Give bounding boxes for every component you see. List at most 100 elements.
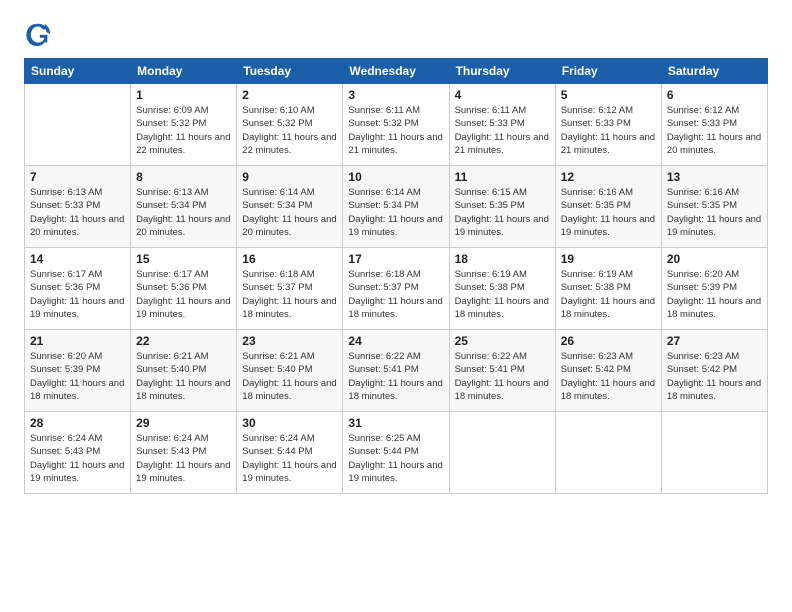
day-cell: 31 Sunrise: 6:25 AM Sunset: 5:44 PM Dayli… xyxy=(343,412,449,494)
day-info: Sunrise: 6:13 AM Sunset: 5:33 PM Dayligh… xyxy=(30,186,125,239)
weekday-header-monday: Monday xyxy=(131,59,237,84)
day-info: Sunrise: 6:12 AM Sunset: 5:33 PM Dayligh… xyxy=(561,104,656,157)
day-cell: 19 Sunrise: 6:19 AM Sunset: 5:38 PM Dayli… xyxy=(555,248,661,330)
day-number: 8 xyxy=(136,170,231,184)
day-number: 16 xyxy=(242,252,337,266)
week-row-1: 1Sunrise: 6:09 AM Sunset: 5:32 PM Daylig… xyxy=(25,84,768,166)
weekday-header-sunday: Sunday xyxy=(25,59,131,84)
day-number: 13 xyxy=(667,170,762,184)
day-cell xyxy=(661,412,767,494)
day-info: Sunrise: 6:22 AM Sunset: 5:41 PM Dayligh… xyxy=(455,350,550,403)
day-number: 24 xyxy=(348,334,443,348)
day-cell: 24 Sunrise: 6:22 AM Sunset: 5:41 PM Dayli… xyxy=(343,330,449,412)
day-cell: 23 Sunrise: 6:21 AM Sunset: 5:40 PM Dayli… xyxy=(237,330,343,412)
day-number: 19 xyxy=(561,252,656,266)
day-number: 25 xyxy=(455,334,550,348)
calendar-table: SundayMondayTuesdayWednesdayThursdayFrid… xyxy=(24,58,768,494)
day-number: 15 xyxy=(136,252,231,266)
day-info: Sunrise: 6:14 AM Sunset: 5:34 PM Dayligh… xyxy=(242,186,337,239)
day-cell: 5 Sunrise: 6:12 AM Sunset: 5:33 PM Daylig… xyxy=(555,84,661,166)
day-cell: 3 Sunrise: 6:11 AM Sunset: 5:32 PM Daylig… xyxy=(343,84,449,166)
day-number: 29 xyxy=(136,416,231,430)
weekday-header-friday: Friday xyxy=(555,59,661,84)
day-info: Sunrise: 6:11 AM Sunset: 5:32 PM Dayligh… xyxy=(348,104,443,157)
day-number: 18 xyxy=(455,252,550,266)
day-number: 12 xyxy=(561,170,656,184)
day-number: 10 xyxy=(348,170,443,184)
day-cell: 11 Sunrise: 6:15 AM Sunset: 5:35 PM Dayli… xyxy=(449,166,555,248)
day-number: 11 xyxy=(455,170,550,184)
day-cell: 22Sunrise: 6:21 AM Sunset: 5:40 PM Dayli… xyxy=(131,330,237,412)
day-info: Sunrise: 6:20 AM Sunset: 5:39 PM Dayligh… xyxy=(30,350,125,403)
day-number: 3 xyxy=(348,88,443,102)
day-number: 23 xyxy=(242,334,337,348)
day-info: Sunrise: 6:19 AM Sunset: 5:38 PM Dayligh… xyxy=(561,268,656,321)
day-info: Sunrise: 6:22 AM Sunset: 5:41 PM Dayligh… xyxy=(348,350,443,403)
day-cell: 18 Sunrise: 6:19 AM Sunset: 5:38 PM Dayli… xyxy=(449,248,555,330)
day-info: Sunrise: 6:14 AM Sunset: 5:34 PM Dayligh… xyxy=(348,186,443,239)
day-cell xyxy=(555,412,661,494)
day-cell: 27 Sunrise: 6:23 AM Sunset: 5:42 PM Dayli… xyxy=(661,330,767,412)
day-number: 14 xyxy=(30,252,125,266)
day-cell xyxy=(449,412,555,494)
week-row-2: 7Sunrise: 6:13 AM Sunset: 5:33 PM Daylig… xyxy=(25,166,768,248)
day-cell: 13 Sunrise: 6:16 AM Sunset: 5:35 PM Dayli… xyxy=(661,166,767,248)
week-row-3: 14 Sunrise: 6:17 AM Sunset: 5:36 PM Dayli… xyxy=(25,248,768,330)
day-info: Sunrise: 6:11 AM Sunset: 5:33 PM Dayligh… xyxy=(455,104,550,157)
day-number: 17 xyxy=(348,252,443,266)
week-row-4: 21 Sunrise: 6:20 AM Sunset: 5:39 PM Dayli… xyxy=(25,330,768,412)
day-info: Sunrise: 6:13 AM Sunset: 5:34 PM Dayligh… xyxy=(136,186,231,239)
day-info: Sunrise: 6:21 AM Sunset: 5:40 PM Dayligh… xyxy=(242,350,337,403)
day-number: 9 xyxy=(242,170,337,184)
day-cell: 16 Sunrise: 6:18 AM Sunset: 5:37 PM Dayli… xyxy=(237,248,343,330)
day-cell: 30 Sunrise: 6:24 AM Sunset: 5:44 PM Dayli… xyxy=(237,412,343,494)
day-cell: 21 Sunrise: 6:20 AM Sunset: 5:39 PM Dayli… xyxy=(25,330,131,412)
logo xyxy=(24,20,56,48)
day-info: Sunrise: 6:24 AM Sunset: 5:44 PM Dayligh… xyxy=(242,432,337,485)
day-number: 5 xyxy=(561,88,656,102)
day-info: Sunrise: 6:25 AM Sunset: 5:44 PM Dayligh… xyxy=(348,432,443,485)
day-cell: 15Sunrise: 6:17 AM Sunset: 5:36 PM Dayli… xyxy=(131,248,237,330)
day-info: Sunrise: 6:23 AM Sunset: 5:42 PM Dayligh… xyxy=(667,350,762,403)
day-cell: 4 Sunrise: 6:11 AM Sunset: 5:33 PM Daylig… xyxy=(449,84,555,166)
day-number: 6 xyxy=(667,88,762,102)
day-cell: 14 Sunrise: 6:17 AM Sunset: 5:36 PM Dayli… xyxy=(25,248,131,330)
day-info: Sunrise: 6:18 AM Sunset: 5:37 PM Dayligh… xyxy=(242,268,337,321)
day-number: 22 xyxy=(136,334,231,348)
day-cell: 6 Sunrise: 6:12 AM Sunset: 5:33 PM Daylig… xyxy=(661,84,767,166)
day-cell: 7Sunrise: 6:13 AM Sunset: 5:33 PM Daylig… xyxy=(25,166,131,248)
day-info: Sunrise: 6:18 AM Sunset: 5:37 PM Dayligh… xyxy=(348,268,443,321)
day-cell: 8 Sunrise: 6:13 AM Sunset: 5:34 PM Daylig… xyxy=(131,166,237,248)
day-info: Sunrise: 6:09 AM Sunset: 5:32 PM Dayligh… xyxy=(136,104,231,157)
day-number: 30 xyxy=(242,416,337,430)
day-cell: 20Sunrise: 6:20 AM Sunset: 5:39 PM Dayli… xyxy=(661,248,767,330)
day-cell: 17 Sunrise: 6:18 AM Sunset: 5:37 PM Dayli… xyxy=(343,248,449,330)
day-cell: 12 Sunrise: 6:16 AM Sunset: 5:35 PM Dayli… xyxy=(555,166,661,248)
day-info: Sunrise: 6:16 AM Sunset: 5:35 PM Dayligh… xyxy=(561,186,656,239)
weekday-header-wednesday: Wednesday xyxy=(343,59,449,84)
day-cell: 10 Sunrise: 6:14 AM Sunset: 5:34 PM Dayli… xyxy=(343,166,449,248)
day-info: Sunrise: 6:19 AM Sunset: 5:38 PM Dayligh… xyxy=(455,268,550,321)
header xyxy=(24,20,768,48)
day-info: Sunrise: 6:15 AM Sunset: 5:35 PM Dayligh… xyxy=(455,186,550,239)
day-cell xyxy=(25,84,131,166)
day-cell: 2Sunrise: 6:10 AM Sunset: 5:32 PM Daylig… xyxy=(237,84,343,166)
day-info: Sunrise: 6:24 AM Sunset: 5:43 PM Dayligh… xyxy=(30,432,125,485)
day-cell: 28 Sunrise: 6:24 AM Sunset: 5:43 PM Dayli… xyxy=(25,412,131,494)
weekday-header-row: SundayMondayTuesdayWednesdayThursdayFrid… xyxy=(25,59,768,84)
day-number: 27 xyxy=(667,334,762,348)
day-info: Sunrise: 6:17 AM Sunset: 5:36 PM Dayligh… xyxy=(30,268,125,321)
logo-icon xyxy=(24,20,52,48)
day-info: Sunrise: 6:20 AM Sunset: 5:39 PM Dayligh… xyxy=(667,268,762,321)
week-row-5: 28 Sunrise: 6:24 AM Sunset: 5:43 PM Dayli… xyxy=(25,412,768,494)
day-cell: 9 Sunrise: 6:14 AM Sunset: 5:34 PM Daylig… xyxy=(237,166,343,248)
day-info: Sunrise: 6:16 AM Sunset: 5:35 PM Dayligh… xyxy=(667,186,762,239)
day-number: 31 xyxy=(348,416,443,430)
day-cell: 26Sunrise: 6:23 AM Sunset: 5:42 PM Dayli… xyxy=(555,330,661,412)
day-number: 28 xyxy=(30,416,125,430)
day-number: 21 xyxy=(30,334,125,348)
day-number: 4 xyxy=(455,88,550,102)
day-info: Sunrise: 6:23 AM Sunset: 5:42 PM Dayligh… xyxy=(561,350,656,403)
day-info: Sunrise: 6:12 AM Sunset: 5:33 PM Dayligh… xyxy=(667,104,762,157)
day-number: 2 xyxy=(242,88,337,102)
